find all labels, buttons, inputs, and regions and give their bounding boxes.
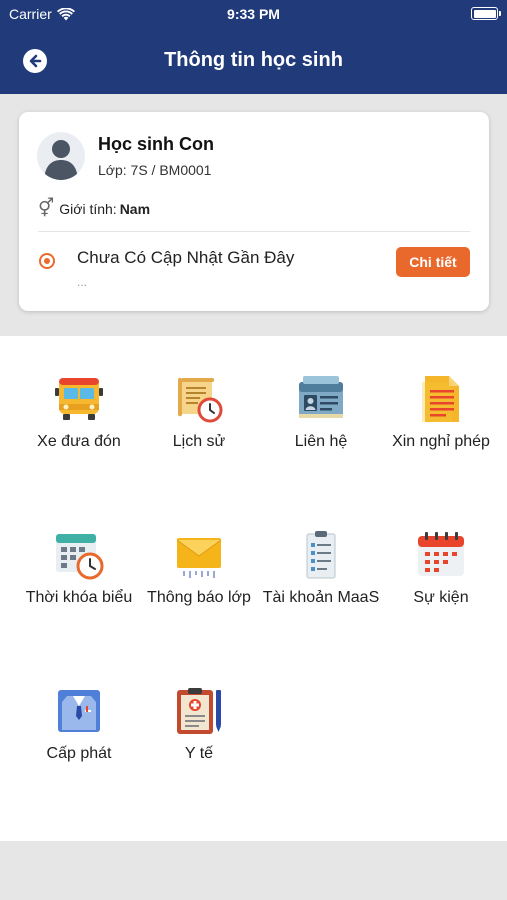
event-calendar-icon (418, 532, 464, 576)
uniform-shirt-icon (58, 690, 100, 732)
menu-item-school-bus[interactable]: Xe đưa đón (16, 336, 142, 456)
user-silhouette-icon (44, 140, 78, 180)
medical-clipboard-icon (177, 688, 221, 734)
history-scroll-icon (178, 377, 223, 423)
battery-icon (471, 7, 501, 20)
menu-label: Thời khóa biểu (25, 589, 133, 606)
contact-card-icon (299, 376, 343, 418)
menu-item-supplies[interactable]: Cấp phát (16, 648, 142, 768)
menu-item-maas-account[interactable]: Tài khoản MaaS (258, 492, 384, 612)
maas-account-icon (306, 531, 336, 579)
menu-item-events[interactable]: Sự kiện (378, 492, 504, 612)
menu-label: Xin nghỉ phép (392, 433, 490, 450)
update-status-subtext: ... (77, 275, 88, 289)
menu-label: Sự kiện (413, 589, 469, 606)
menu-item-leave-request[interactable]: Xin nghỉ phép (378, 336, 504, 456)
menu-label: Cấp phát (46, 745, 112, 762)
menu-label: Thông báo lớp (147, 589, 251, 606)
menu-item-class-notice[interactable]: Thông báo lớp (136, 492, 262, 612)
top-bar: Carrier 9:33 PM Thông tin học sinh (0, 0, 507, 94)
menu-item-history[interactable]: Lịch sử (136, 336, 262, 456)
detail-button[interactable]: Chi tiết (396, 247, 470, 277)
navigation-bar: Thông tin học sinh (0, 42, 507, 80)
gender-row: ⚥ Giới tính: Nam (38, 198, 150, 219)
divider (38, 231, 470, 232)
page-title: Thông tin học sinh (164, 49, 343, 71)
student-name: Học sinh Con (98, 134, 214, 154)
status-time: 9:33 PM (227, 6, 280, 22)
leave-request-icon (422, 376, 459, 422)
avatar (37, 132, 85, 180)
student-info-card: Học sinh Con Lớp: 7S / BM0001 ⚥ Giới tín… (19, 112, 489, 311)
menu-label: Y tế (184, 745, 214, 762)
update-status-text: Chưa Có Cập Nhật Gần Đây (77, 248, 295, 267)
status-bar: Carrier 9:33 PM (0, 0, 507, 28)
gender-value: Nam (119, 200, 151, 217)
gender-icon: ⚥ (38, 198, 55, 218)
menu-item-contact[interactable]: Liên hệ (258, 336, 384, 456)
bus-icon (55, 378, 103, 420)
student-class: Lớp: 7S / BM0001 (98, 162, 212, 178)
feature-grid: Xe đưa đón Lịch sử Liên hệ Xin nghỉ phép… (0, 336, 507, 841)
menu-label: Liên hệ (294, 433, 348, 450)
update-status-dot-icon (39, 253, 55, 269)
timetable-icon (56, 534, 104, 580)
menu-item-medical[interactable]: Y tế (136, 648, 262, 768)
class-notice-envelope-icon (176, 538, 222, 578)
menu-label: Tài khoản MaaS (262, 589, 380, 606)
menu-item-timetable[interactable]: Thời khóa biểu (16, 492, 142, 612)
menu-label: Lịch sử (172, 433, 226, 450)
gender-label: Giới tính: (59, 200, 117, 217)
menu-label: Xe đưa đón (37, 433, 121, 450)
